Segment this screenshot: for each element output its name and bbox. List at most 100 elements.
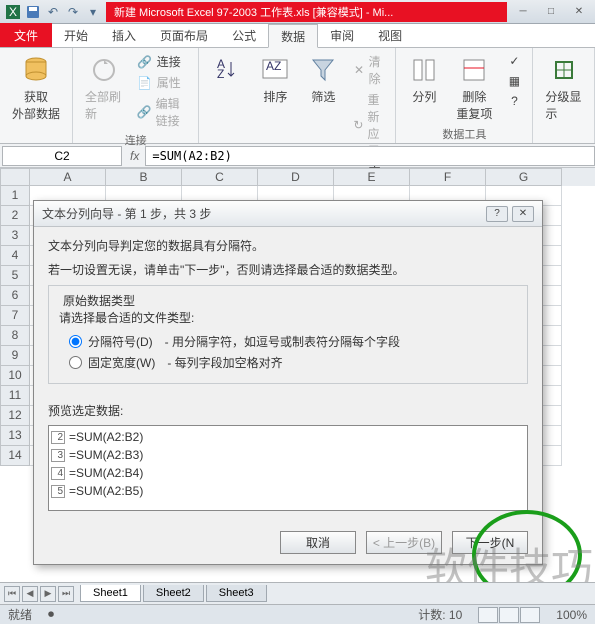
dialog-close-icon[interactable]: ✕ bbox=[512, 206, 534, 222]
group-label: 数据工具 bbox=[402, 126, 526, 142]
help-icon[interactable]: ? bbox=[486, 206, 508, 222]
tab-view[interactable]: 视图 bbox=[366, 23, 414, 47]
file-tab[interactable]: 文件 bbox=[0, 23, 52, 47]
row-header[interactable]: 12 bbox=[0, 406, 30, 426]
col-header[interactable]: D bbox=[258, 168, 334, 186]
normal-view-icon[interactable] bbox=[478, 607, 498, 623]
tab-review[interactable]: 审阅 bbox=[318, 23, 366, 47]
tab-layout[interactable]: 页面布局 bbox=[148, 23, 220, 47]
whatif-icon: ? bbox=[506, 93, 522, 109]
status-record-icon[interactable]: ⏺ bbox=[48, 607, 54, 622]
group-data-tools: 分列 删除 重复项 ✓ ▦ ? 数据工具 bbox=[396, 48, 533, 143]
funnel-icon bbox=[307, 54, 339, 86]
row-header[interactable]: 2 bbox=[0, 206, 30, 226]
save-icon[interactable] bbox=[24, 3, 42, 21]
minimize-icon[interactable]: ─ bbox=[511, 4, 535, 20]
row-header[interactable]: 10 bbox=[0, 366, 30, 386]
row-header[interactable]: 14 bbox=[0, 446, 30, 466]
text-wizard-dialog: 文本分列向导 - 第 1 步，共 3 步 ? ✕ 文本分列向导判定您的数据具有分… bbox=[33, 200, 543, 565]
last-sheet-icon[interactable]: ⏭ bbox=[58, 586, 74, 602]
cancel-button[interactable]: 取消 bbox=[280, 531, 356, 554]
row-header[interactable]: 4 bbox=[0, 246, 30, 266]
maximize-icon[interactable]: □ bbox=[539, 4, 563, 20]
data-validation-button[interactable]: ✓ bbox=[502, 52, 526, 70]
row-header[interactable]: 11 bbox=[0, 386, 30, 406]
tab-formula[interactable]: 公式 bbox=[220, 23, 268, 47]
fx-icon[interactable]: fx bbox=[124, 149, 145, 163]
col-header[interactable]: G bbox=[486, 168, 562, 186]
sort-icon: AZ bbox=[259, 54, 291, 86]
properties-button: 📄属性 bbox=[133, 73, 193, 92]
connections-button[interactable]: 🔗连接 bbox=[133, 52, 193, 71]
row-header[interactable]: 5 bbox=[0, 266, 30, 286]
radio-label: 分隔符号(D) bbox=[88, 333, 153, 350]
outline-button[interactable]: 分级显示 bbox=[539, 52, 588, 124]
qat-dropdown-icon[interactable]: ▾ bbox=[84, 3, 102, 21]
tab-insert[interactable]: 插入 bbox=[100, 23, 148, 47]
window-controls: ─ □ ✕ bbox=[511, 4, 591, 20]
column-headers: ABCDEFG bbox=[0, 168, 595, 186]
sheet-tab-2[interactable]: Sheet2 bbox=[143, 585, 204, 602]
row-header[interactable]: 7 bbox=[0, 306, 30, 326]
sheet-tab-1[interactable]: Sheet1 bbox=[80, 585, 141, 602]
sheet-tabs-bar: ⏮ ◀ ▶ ⏭ Sheet1 Sheet2 Sheet3 bbox=[0, 582, 595, 604]
whatif-button[interactable]: ? bbox=[502, 92, 526, 110]
radio-delimited[interactable]: 分隔符号(D) - 用分隔字符，如逗号或制表符分隔每个字段 bbox=[69, 333, 517, 350]
row-header[interactable]: 3 bbox=[0, 226, 30, 246]
sheet-tab-3[interactable]: Sheet3 bbox=[206, 585, 267, 602]
consolidate-icon: ▦ bbox=[506, 73, 522, 89]
get-external-data-button[interactable]: 获取 外部数据 bbox=[6, 52, 66, 124]
name-box[interactable]: C2 bbox=[2, 146, 122, 166]
zoom-level[interactable]: 100% bbox=[556, 608, 587, 622]
label: 分列 bbox=[412, 88, 436, 105]
radio-delimited-input[interactable] bbox=[69, 335, 82, 348]
row-header[interactable]: 8 bbox=[0, 326, 30, 346]
next-button[interactable]: 下一步(N bbox=[452, 531, 528, 554]
excel-icon[interactable]: X bbox=[4, 3, 22, 21]
radio-label: 固定宽度(W) bbox=[88, 354, 155, 371]
preview-row-text: =SUM(A2:B5) bbox=[69, 484, 143, 498]
data-type-fieldset: 原始数据类型 请选择最合适的文件类型: 分隔符号(D) - 用分隔字符，如逗号或… bbox=[48, 285, 528, 384]
consolidate-button[interactable]: ▦ bbox=[502, 72, 526, 90]
remove-duplicates-button[interactable]: 删除 重复项 bbox=[450, 52, 498, 124]
radio-fixed-input[interactable] bbox=[69, 356, 82, 369]
label: 筛选 bbox=[311, 88, 335, 105]
label: 删除 重复项 bbox=[456, 88, 492, 122]
properties-icon: 📄 bbox=[137, 75, 153, 91]
row-header[interactable]: 13 bbox=[0, 426, 30, 446]
col-header[interactable]: A bbox=[30, 168, 106, 186]
select-all-corner[interactable] bbox=[0, 168, 30, 186]
formula-input[interactable]: =SUM(A2:B2) bbox=[145, 146, 595, 166]
radio-desc: - 每列字段加空格对齐 bbox=[167, 354, 282, 371]
refresh-icon bbox=[88, 54, 120, 86]
next-sheet-icon[interactable]: ▶ bbox=[40, 586, 56, 602]
col-header[interactable]: C bbox=[182, 168, 258, 186]
status-bar: 就绪 ⏺ 计数: 10 100% bbox=[0, 604, 595, 624]
radio-fixed[interactable]: 固定宽度(W) - 每列字段加空格对齐 bbox=[69, 354, 517, 371]
page-layout-view-icon[interactable] bbox=[499, 607, 519, 623]
formula-bar: C2 fx =SUM(A2:B2) bbox=[0, 144, 595, 168]
preview-box[interactable]: 2=SUM(A2:B2)3=SUM(A2:B3)4=SUM(A2:B4)5=SU… bbox=[48, 425, 528, 511]
row-header[interactable]: 1 bbox=[0, 186, 30, 206]
prev-sheet-icon[interactable]: ◀ bbox=[22, 586, 38, 602]
label: 全部刷新 bbox=[85, 88, 123, 122]
quick-access-toolbar: X ↶ ↷ ▾ bbox=[4, 3, 102, 21]
svg-text:X: X bbox=[9, 5, 17, 19]
window-title: 新建 Microsoft Excel 97-2003 工作表.xls [兼容模式… bbox=[106, 2, 507, 22]
col-header[interactable]: E bbox=[334, 168, 410, 186]
col-header[interactable]: B bbox=[106, 168, 182, 186]
col-header[interactable]: F bbox=[410, 168, 486, 186]
redo-icon[interactable]: ↷ bbox=[64, 3, 82, 21]
text-to-columns-button[interactable]: 分列 bbox=[402, 52, 446, 124]
tab-data[interactable]: 数据 bbox=[268, 24, 318, 48]
page-break-view-icon[interactable] bbox=[520, 607, 540, 623]
tab-home[interactable]: 开始 bbox=[52, 23, 100, 47]
dialog-body: 文本分列向导判定您的数据具有分隔符。 若一切设置无误，请单击"下一步"，否则请选… bbox=[34, 227, 542, 521]
first-sheet-icon[interactable]: ⏮ bbox=[4, 586, 20, 602]
row-header[interactable]: 9 bbox=[0, 346, 30, 366]
undo-icon[interactable]: ↶ bbox=[44, 3, 62, 21]
svg-text:AZ: AZ bbox=[266, 59, 281, 73]
row-header[interactable]: 6 bbox=[0, 286, 30, 306]
close-icon[interactable]: ✕ bbox=[567, 4, 591, 20]
reapply-icon: ↻ bbox=[353, 117, 363, 133]
